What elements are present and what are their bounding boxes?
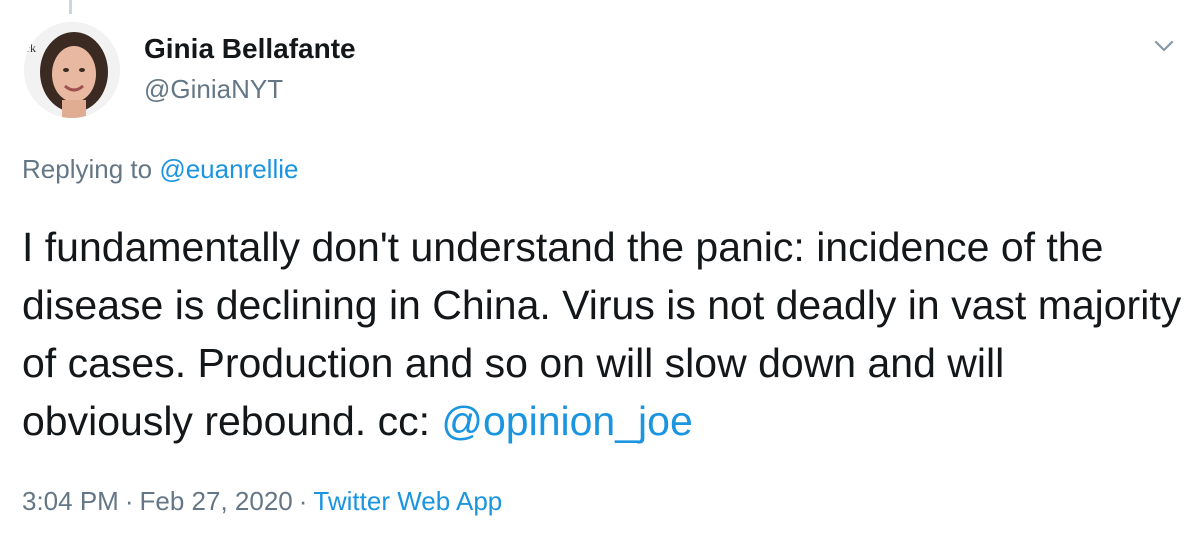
- tweet-mention-link[interactable]: @opinion_joe: [441, 398, 692, 444]
- svg-text:rk: rk: [26, 41, 36, 55]
- reply-mention-link[interactable]: @euanrellie: [159, 154, 298, 184]
- thread-connector-line: [69, 0, 72, 14]
- meta-separator: ·: [124, 486, 134, 516]
- chevron-down-icon: [1154, 40, 1174, 52]
- replying-to: Replying to @euanrellie: [22, 154, 298, 185]
- avatar-photo: rk: [24, 22, 120, 118]
- tweet-source-link[interactable]: Twitter Web App: [313, 486, 502, 516]
- avatar[interactable]: rk: [24, 22, 120, 118]
- tweet-text: I fundamentally don't understand the pan…: [22, 218, 1182, 450]
- tweet-date[interactable]: Feb 27, 2020: [140, 486, 293, 516]
- tweet-card: rk Ginia Bellafante @GiniaNYT Replying t…: [0, 0, 1200, 543]
- author-name[interactable]: Ginia Bellafante: [144, 33, 356, 65]
- meta-separator: ·: [298, 486, 308, 516]
- tweet-time[interactable]: 3:04 PM: [22, 486, 119, 516]
- tweet-menu-button[interactable]: [1148, 30, 1180, 62]
- replying-to-label: Replying to: [22, 154, 153, 184]
- author-handle[interactable]: @GiniaNYT: [144, 74, 283, 105]
- tweet-metadata: 3:04 PM · Feb 27, 2020 · Twitter Web App: [22, 486, 502, 517]
